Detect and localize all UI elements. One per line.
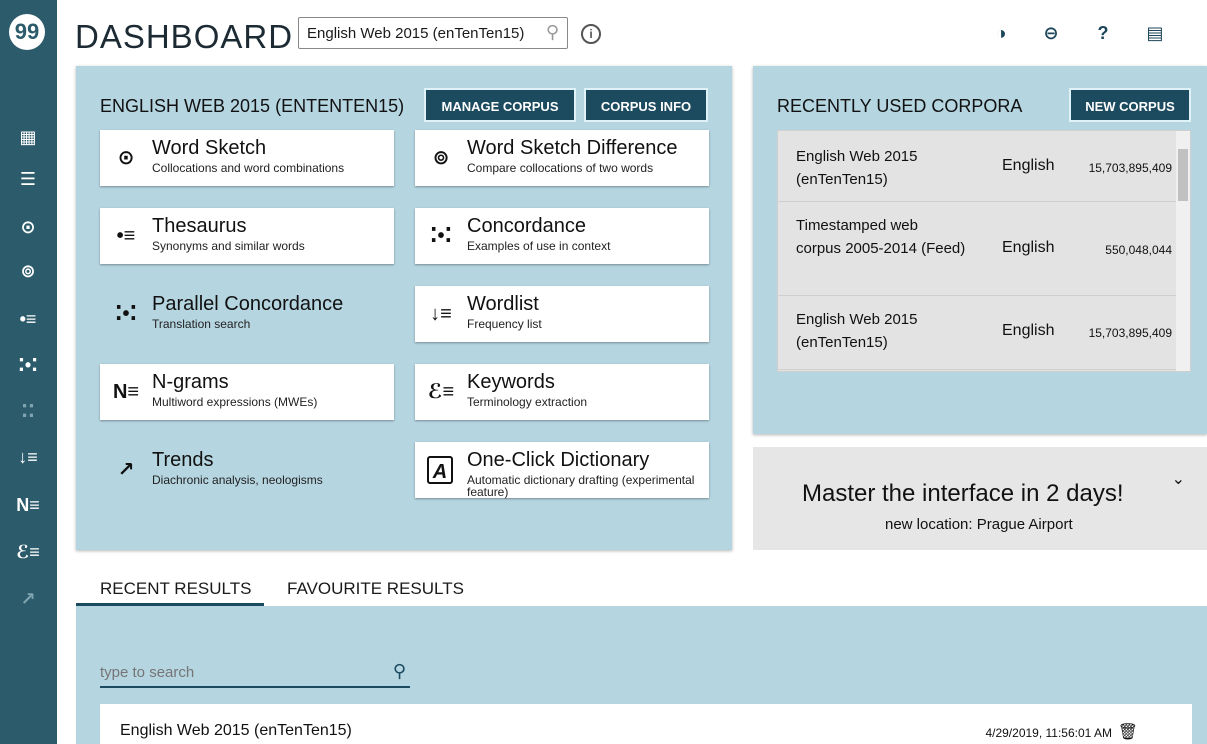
- concordance-icon[interactable]: ⁚•⁚: [8, 350, 48, 380]
- corpus-size: 15,703,895,409: [1088, 326, 1172, 340]
- tool-name: Thesaurus: [152, 215, 247, 237]
- thesaurus-icon: •≡: [116, 225, 136, 247]
- tool-desc: Diachronic analysis, neologisms: [152, 473, 323, 487]
- tool-keywords[interactable]: ℰ≡ Keywords Terminology extraction: [415, 364, 709, 420]
- corpus-info-button[interactable]: CORPUS INFO: [584, 88, 708, 122]
- word-sketch-icon: ⊙: [117, 147, 135, 169]
- tool-name: Concordance: [467, 215, 586, 237]
- wordlist-icon: ↓≡: [430, 303, 452, 325]
- tool-desc: Translation search: [152, 317, 251, 331]
- parallel-concordance-icon: ⁚•⁚: [114, 303, 138, 325]
- delete-icon[interactable]: 🗑: [1118, 722, 1138, 742]
- tool-word-sketch-difference[interactable]: ⊚ Word Sketch Difference Compare colloca…: [415, 130, 709, 186]
- results-search-input[interactable]: [100, 658, 370, 686]
- corpus-size: 550,048,044: [1105, 243, 1172, 257]
- thesaurus-icon[interactable]: •≡: [8, 304, 48, 334]
- feedback-icon[interactable]: ▤: [1142, 20, 1168, 46]
- tool-name: Word Sketch Difference: [467, 137, 678, 159]
- corpus-language: English: [1002, 157, 1055, 174]
- tool-word-sketch[interactable]: ⊙ Word Sketch Collocations and word comb…: [100, 130, 394, 186]
- sketch-engine-logo[interactable]: 99: [9, 14, 45, 50]
- theme-icon[interactable]: ◑: [988, 20, 1014, 46]
- active-tab-indicator: [76, 603, 264, 606]
- tool-desc: Synonyms and similar words: [152, 239, 305, 253]
- tool-name: Keywords: [467, 371, 555, 393]
- corpus-language: English: [1002, 239, 1055, 256]
- page-title: DASHBOARD: [75, 18, 294, 55]
- concordance-icon: ⁚•⁚: [429, 225, 453, 247]
- keywords-icon: ℰ≡: [427, 381, 455, 403]
- tool-concordance[interactable]: ⁚•⁚ Concordance Examples of use in conte…: [415, 208, 709, 264]
- tool-ngrams[interactable]: N≡ N-grams Multiword expressions (MWEs): [100, 364, 394, 420]
- keywords-icon[interactable]: ℰ≡: [8, 537, 48, 567]
- recent-corpora-title: RECENTLY USED CORPORA: [777, 96, 1023, 116]
- tool-desc: Multiword expressions (MWEs): [152, 395, 318, 409]
- help-icon[interactable]: ?: [1090, 20, 1116, 46]
- promo-title: Master the interface in 2 days!: [802, 480, 1124, 507]
- info-icon[interactable]: i: [581, 24, 601, 44]
- results-section: RECENT RESULTS FAVOURITE RESULTS ⚲ Engli…: [76, 570, 1207, 744]
- corpus-name: English Web 2015 (enTenTen15): [796, 311, 918, 351]
- corpus-language: English: [1002, 322, 1055, 339]
- sketch-diff-icon: ⊚: [432, 147, 450, 169]
- tool-name: N-grams: [152, 371, 229, 393]
- manage-corpus-button[interactable]: MANAGE CORPUS: [424, 88, 576, 122]
- tool-name: Parallel Concordance: [152, 293, 344, 315]
- corpus-panel-title: ENGLISH WEB 2015 (ENTENTEN15): [100, 96, 405, 116]
- tool-trends[interactable]: ↗ Trends Diachronic analysis, neologisms: [100, 442, 394, 498]
- result-date: 4/29/2019, 11:56:01 AM: [985, 726, 1112, 740]
- dictionary-icon: A: [427, 456, 453, 484]
- corpus-size: 15,703,895,409: [1088, 161, 1172, 175]
- corpus-row[interactable]: Timestamped web corpus 2005-2014 (Feed) …: [778, 202, 1178, 296]
- tool-one-click-dictionary[interactable]: A One-Click Dictionary Automatic diction…: [415, 442, 709, 498]
- trends-icon: ↗: [117, 459, 135, 481]
- results-tabbar: RECENT RESULTS FAVOURITE RESULTS: [76, 570, 1207, 606]
- corpus-row[interactable]: English Web 2015 (enTenTen15) English 15…: [778, 296, 1178, 370]
- corpus-select[interactable]: English Web 2015 (enTenTen15) ⚲: [298, 17, 568, 49]
- word-sketch-icon[interactable]: ⊙: [8, 212, 48, 242]
- tab-recent-results[interactable]: RECENT RESULTS: [100, 579, 251, 599]
- parallel-concordance-icon[interactable]: ⁚⁚: [8, 396, 48, 426]
- result-row[interactable]: English Web 2015 (enTenTen15) 4/29/2019,…: [100, 704, 1192, 744]
- tool-desc: Compare collocations of two words: [467, 161, 654, 175]
- tool-desc: Collocations and word combinations: [152, 161, 345, 175]
- result-name: English Web 2015 (enTenTen15): [120, 722, 352, 739]
- tool-name: Wordlist: [467, 293, 539, 315]
- tool-desc: Frequency list: [467, 317, 542, 331]
- sidebar: 99 ▦ ☰ ⊙ ⊚ •≡ ⁚•⁚ ⁚⁚ ↓≡ N≡ ℰ≡ ↗: [0, 0, 57, 744]
- tool-desc: Automatic dictionary drafting (experimen…: [467, 473, 695, 499]
- tool-thesaurus[interactable]: •≡ Thesaurus Synonyms and similar words: [100, 208, 394, 264]
- wordlist-icon[interactable]: ↓≡: [8, 442, 48, 472]
- tool-desc: Terminology extraction: [467, 395, 588, 409]
- link-icon[interactable]: ⊖: [1038, 20, 1064, 46]
- tool-desc: Examples of use in context: [467, 239, 611, 253]
- trends-icon[interactable]: ↗: [8, 584, 48, 614]
- search-icon: ⚲: [545, 22, 559, 42]
- tool-parallel-concordance[interactable]: ⁚•⁚ Parallel Concordance Translation sea…: [100, 286, 394, 342]
- tool-name: Word Sketch: [152, 137, 267, 159]
- scrollbar[interactable]: [1176, 131, 1190, 371]
- tab-favourite-results[interactable]: FAVOURITE RESULTS: [287, 579, 464, 599]
- ngrams-icon: N≡: [112, 381, 140, 403]
- sketch-diff-icon[interactable]: ⊚: [8, 256, 48, 286]
- promo-banner: Master the interface in 2 days! new loca…: [753, 447, 1207, 550]
- corpus-select-value: English Web 2015 (enTenTen15): [307, 25, 525, 42]
- recent-corpora-table: English Web 2015 (enTenTen15) English 15…: [777, 130, 1191, 372]
- corpus-row[interactable]: English Web 2015 (enTenTen15) English 15…: [778, 131, 1178, 202]
- chevron-down-icon[interactable]: ⌄: [1172, 469, 1185, 489]
- search-icon[interactable]: ⚲: [393, 661, 406, 682]
- new-corpus-button[interactable]: NEW CORPUS: [1069, 88, 1191, 122]
- corpus-name: Timestamped web corpus 2005-2014 (Feed): [796, 217, 966, 257]
- tool-wordlist[interactable]: ↓≡ Wordlist Frequency list: [415, 286, 709, 342]
- results-search: ⚲: [100, 658, 410, 688]
- tool-name: Trends: [152, 449, 214, 471]
- promo-subtitle: new location: Prague Airport: [885, 516, 1073, 533]
- corpus-name: English Web 2015 (enTenTen15): [796, 148, 918, 188]
- ngrams-icon[interactable]: N≡: [8, 490, 48, 520]
- tool-name: One-Click Dictionary: [467, 449, 650, 471]
- dashboard-icon[interactable]: ▦: [8, 122, 48, 152]
- corpus-list-icon[interactable]: ☰: [8, 164, 48, 194]
- scrollbar-thumb[interactable]: [1178, 149, 1188, 201]
